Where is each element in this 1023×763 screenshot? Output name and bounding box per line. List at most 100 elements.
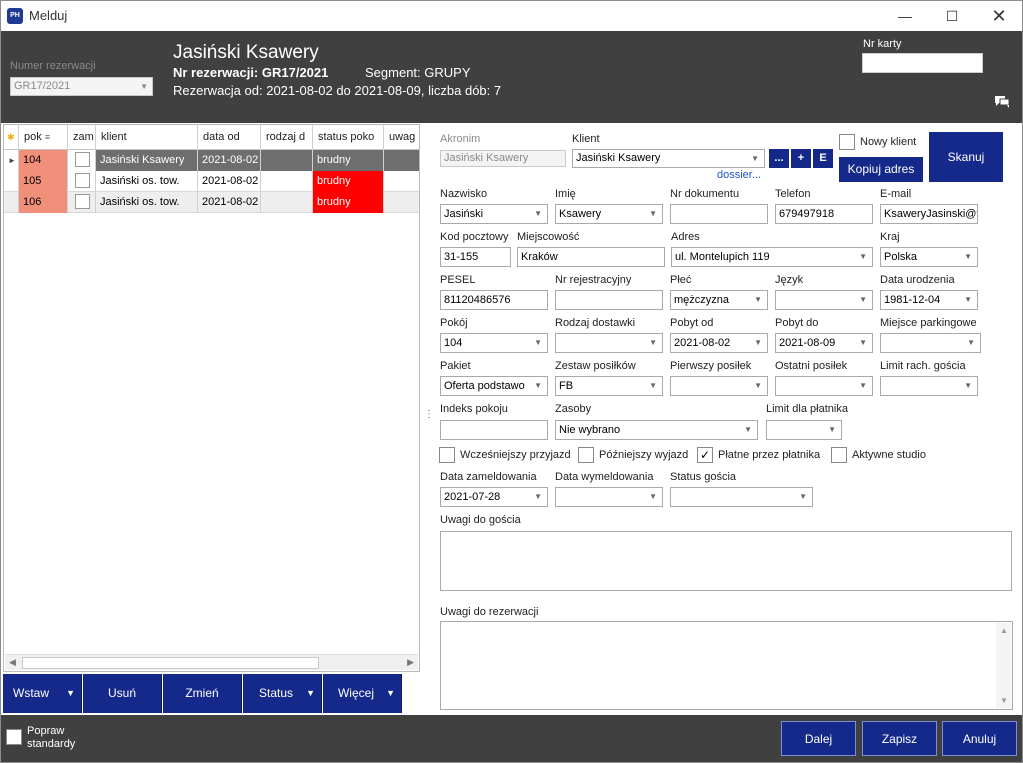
- extra-bed-select[interactable]: ▼: [555, 333, 663, 353]
- scroll-thumb[interactable]: [22, 657, 319, 669]
- parking-select[interactable]: ▼: [880, 333, 981, 353]
- fix-standards-checkbox[interactable]: [6, 729, 22, 745]
- first-name-value: Ksawery: [559, 208, 602, 220]
- status-button[interactable]: Status ▼: [243, 674, 322, 713]
- copy-address-button[interactable]: Kopiuj adres: [839, 157, 923, 182]
- first-name-select[interactable]: Ksawery ▼: [555, 204, 663, 224]
- scroll-right-icon[interactable]: ▶: [407, 657, 414, 668]
- scroll-down-icon[interactable]: ▼: [1000, 696, 1008, 705]
- early-arrival-checkbox[interactable]: [439, 447, 455, 463]
- document-number-input[interactable]: [670, 204, 768, 224]
- pesel-input[interactable]: 81120486576: [440, 290, 548, 310]
- col-header-notes[interactable]: uwag: [384, 125, 419, 150]
- new-client-checkbox[interactable]: [839, 134, 855, 150]
- client-cell[interactable]: Jasiński os. tow.: [96, 192, 198, 213]
- notes-cell[interactable]: [384, 150, 419, 171]
- room-cell[interactable]: 105: [19, 171, 68, 192]
- maximize-icon[interactable]: ☐: [929, 1, 975, 31]
- surname-select[interactable]: Jasiński ▼: [440, 204, 548, 224]
- table-row[interactable]: 105 Jasiński os. tow. 2021-08-02 brudny: [4, 171, 419, 192]
- date-from-cell[interactable]: 2021-08-02: [198, 171, 261, 192]
- reservation-number-select[interactable]: GR17/2021 ▼: [10, 77, 153, 96]
- address-select[interactable]: ul. Montelupich 119 ▼: [671, 247, 873, 267]
- card-number-input[interactable]: [862, 53, 983, 73]
- last-meal-select[interactable]: ▼: [775, 376, 873, 396]
- client-cell[interactable]: Jasiński Ksawery: [96, 150, 198, 171]
- col-header-meal-type[interactable]: rodzaj d: [261, 125, 313, 150]
- next-button[interactable]: Dalej: [781, 721, 856, 756]
- stay-from-select[interactable]: 2021-08-02 ▼: [670, 333, 768, 353]
- active-studio-checkbox[interactable]: [831, 447, 847, 463]
- reservation-notes-textarea[interactable]: ▲ ▼: [440, 621, 1013, 710]
- room-index-input[interactable]: [440, 420, 548, 440]
- check-in-date-select[interactable]: 2021-07-28 ▼: [440, 487, 548, 507]
- col-header-room-status[interactable]: status poko: [313, 125, 384, 150]
- date-from-cell[interactable]: 2021-08-02: [198, 150, 261, 171]
- chat-icon[interactable]: [995, 96, 1009, 108]
- paid-by-payer-checkbox[interactable]: ✓: [697, 447, 713, 463]
- close-icon[interactable]: ✕: [976, 1, 1022, 31]
- room-status-cell[interactable]: brudny: [313, 150, 384, 171]
- gender-select[interactable]: mężczyzna ▼: [670, 290, 768, 310]
- meal-type-cell[interactable]: [261, 150, 313, 171]
- client-cell[interactable]: Jasiński os. tow.: [96, 171, 198, 192]
- room-cell[interactable]: 106: [19, 192, 68, 213]
- email-input[interactable]: KsaweryJasinski@t: [880, 204, 978, 224]
- table-row[interactable]: ► 104 Jasiński Ksawery 2021-08-02 brudny: [4, 150, 419, 171]
- room-cell[interactable]: 104: [19, 150, 68, 171]
- minimize-icon[interactable]: —: [882, 1, 928, 31]
- first-meal-select[interactable]: ▼: [670, 376, 768, 396]
- col-header-client[interactable]: klient: [96, 125, 198, 150]
- language-select[interactable]: ▼: [775, 290, 873, 310]
- ordered-checkbox[interactable]: [68, 150, 96, 171]
- delete-button[interactable]: Usuń: [83, 674, 162, 713]
- notes-cell[interactable]: [384, 192, 419, 213]
- scan-button[interactable]: Skanuj: [929, 132, 1003, 182]
- scroll-up-icon[interactable]: ▲: [1000, 626, 1008, 635]
- more-button[interactable]: Więcej ▼: [323, 674, 402, 713]
- meal-type-cell[interactable]: [261, 192, 313, 213]
- ordered-checkbox[interactable]: [68, 171, 96, 192]
- check-out-date-select[interactable]: ▼: [555, 487, 663, 507]
- guest-notes-textarea[interactable]: [440, 531, 1012, 591]
- resources-select[interactable]: Nie wybrano ▼: [555, 420, 758, 440]
- room-status-cell[interactable]: brudny: [313, 171, 384, 192]
- cancel-button[interactable]: Anuluj: [942, 721, 1017, 756]
- horizontal-scrollbar[interactable]: ◀ ▶: [5, 654, 418, 670]
- vertical-scrollbar[interactable]: ▲ ▼: [996, 623, 1011, 708]
- city-input[interactable]: Kraków: [517, 247, 665, 267]
- change-button[interactable]: Zmień: [163, 674, 242, 713]
- col-header-room[interactable]: pok ≡: [19, 125, 68, 150]
- client-search-button[interactable]: ...: [769, 149, 789, 168]
- insert-button[interactable]: Wstaw ▼: [3, 674, 82, 713]
- col-header-ordered[interactable]: zam: [68, 125, 96, 150]
- guest-status-select[interactable]: ▼: [670, 487, 813, 507]
- country-select[interactable]: Polska ▼: [880, 247, 978, 267]
- ordered-checkbox[interactable]: [68, 192, 96, 213]
- table-row[interactable]: 106 Jasiński os. tow. 2021-08-02 brudny: [4, 192, 419, 213]
- registration-number-input[interactable]: [555, 290, 663, 310]
- add-client-button[interactable]: +: [791, 149, 811, 168]
- klient-select[interactable]: Jasiński Ksawery ▼: [572, 149, 765, 168]
- room-status-cell[interactable]: brudny: [313, 192, 384, 213]
- postal-code-input[interactable]: 31-155: [440, 247, 511, 267]
- stay-to-select[interactable]: 2021-08-09 ▼: [775, 333, 873, 353]
- late-departure-checkbox[interactable]: [578, 447, 594, 463]
- meal-type-cell[interactable]: [261, 171, 313, 192]
- akronim-input[interactable]: Jasiński Ksawery: [440, 150, 566, 167]
- save-button[interactable]: Zapisz: [862, 721, 937, 756]
- date-from-cell[interactable]: 2021-08-02: [198, 192, 261, 213]
- birth-date-select[interactable]: 1981-12-04 ▼: [880, 290, 978, 310]
- meal-set-select[interactable]: FB ▼: [555, 376, 663, 396]
- room-select[interactable]: 104 ▼: [440, 333, 548, 353]
- phone-input[interactable]: 679497918: [775, 204, 873, 224]
- scroll-left-icon[interactable]: ◀: [9, 657, 16, 668]
- edit-client-button[interactable]: E: [813, 149, 833, 168]
- panel-splitter[interactable]: ⋮: [424, 410, 434, 420]
- col-header-date-from[interactable]: data od: [198, 125, 261, 150]
- payer-limit-select[interactable]: ▼: [766, 420, 842, 440]
- package-select[interactable]: Oferta podstawo ▼: [440, 376, 548, 396]
- guest-limit-select[interactable]: ▼: [880, 376, 978, 396]
- notes-cell[interactable]: [384, 171, 419, 192]
- dossier-link[interactable]: dossier...: [717, 169, 761, 181]
